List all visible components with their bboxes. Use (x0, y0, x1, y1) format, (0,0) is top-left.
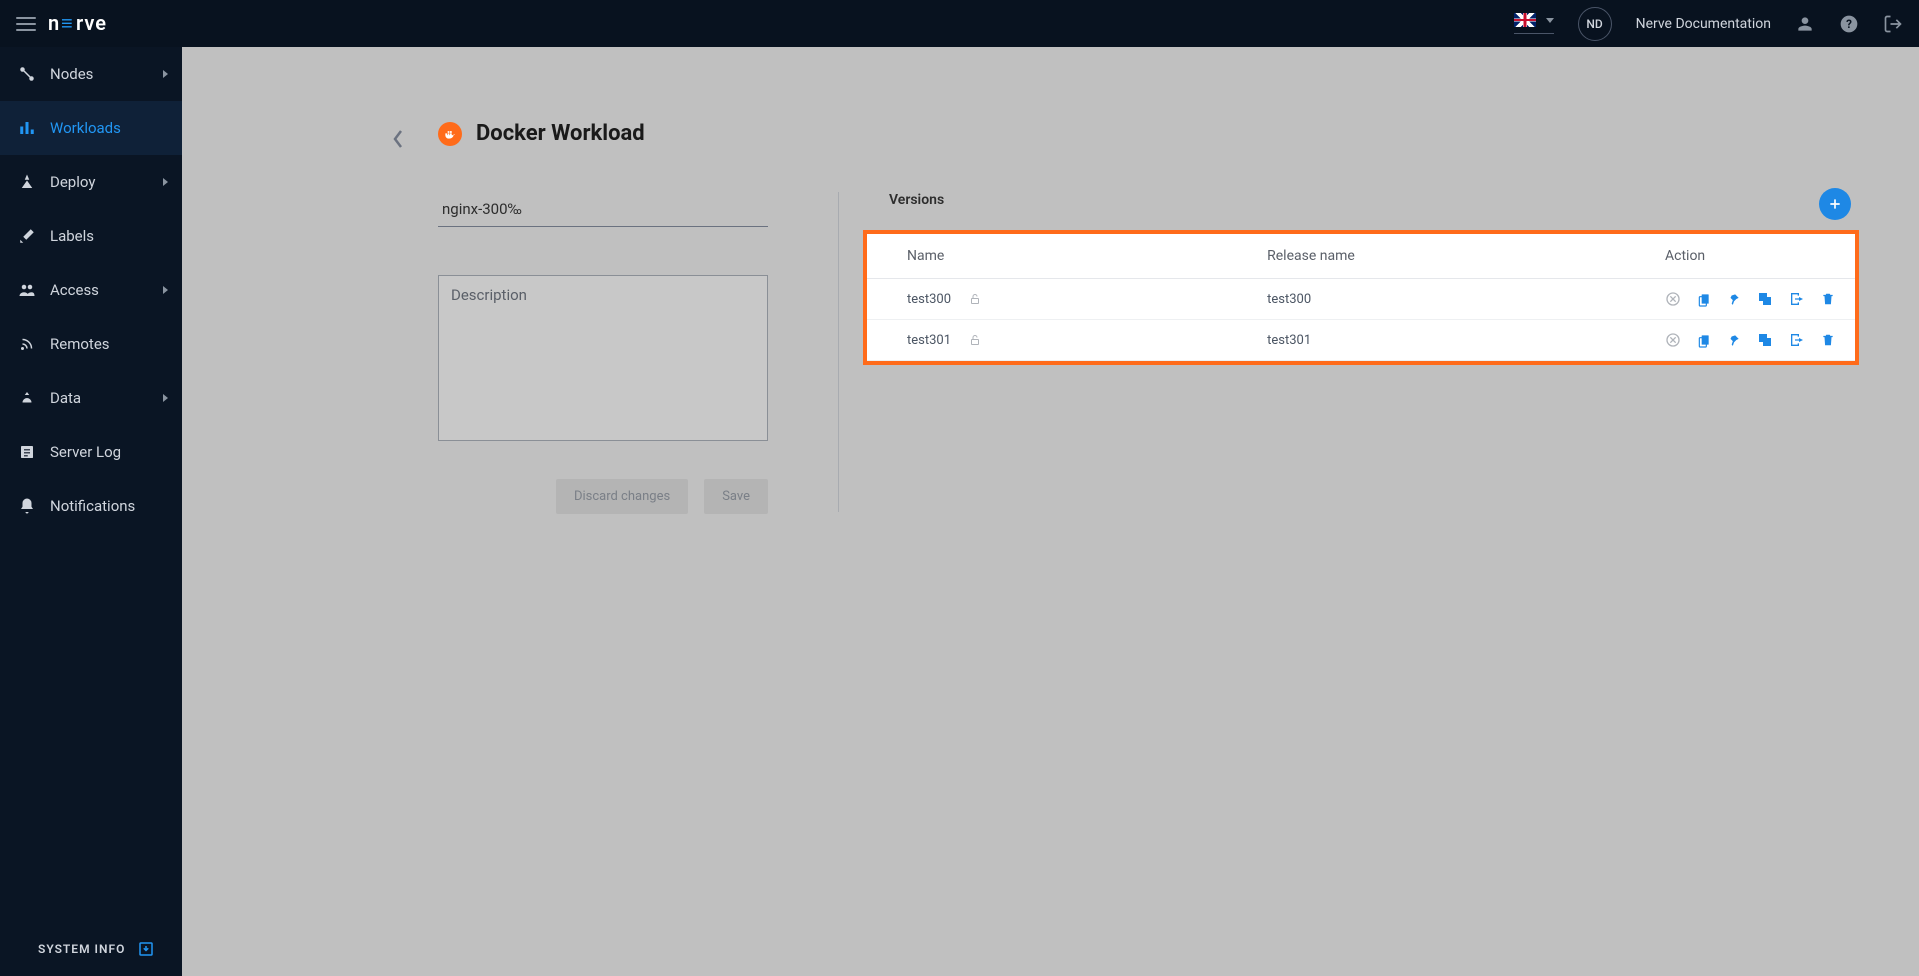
delete-icon[interactable] (1821, 332, 1835, 348)
add-version-button[interactable] (1819, 188, 1851, 220)
sidebar-item-label: Access (50, 281, 99, 299)
save-button[interactable]: Save (704, 479, 768, 514)
language-selector[interactable] (1514, 13, 1554, 34)
version-row[interactable]: test300 test300 (867, 279, 1855, 320)
sidebar-item-label: Notifications (50, 497, 135, 515)
release-name: test300 (1267, 292, 1311, 307)
sidebar-item-label: Deploy (50, 173, 95, 191)
version-name: test300 (907, 292, 951, 307)
sidebar-item-label: Remotes (50, 335, 110, 353)
system-info-link[interactable]: SYSTEM INFO (0, 922, 182, 976)
clone-icon[interactable] (1757, 332, 1773, 348)
pin-icon[interactable] (1727, 332, 1741, 348)
username-label: Nerve Documentation (1636, 16, 1771, 32)
svg-text:≡: ≡ (61, 13, 74, 35)
copy-icon[interactable] (1697, 332, 1711, 348)
sidebar-item-workloads[interactable]: Workloads (0, 101, 182, 155)
labels-icon (16, 227, 38, 245)
logout-icon[interactable] (1883, 14, 1903, 34)
sidebar-item-label: Nodes (50, 65, 93, 83)
sidebar-item-remotes[interactable]: Remotes (0, 317, 182, 371)
discard-button[interactable]: Discard changes (556, 479, 688, 514)
chevron-right-icon (163, 70, 168, 78)
export-icon[interactable] (1789, 332, 1805, 348)
cancel-icon[interactable] (1665, 332, 1681, 348)
remotes-icon (16, 335, 38, 353)
back-button[interactable] (392, 129, 404, 149)
sidebar-item-nodes[interactable]: Nodes (0, 47, 182, 101)
release-name: test301 (1267, 333, 1311, 348)
svg-text:n: n (48, 13, 60, 35)
deploy-icon (16, 173, 38, 191)
avatar[interactable]: ND (1578, 7, 1612, 41)
col-release: Release name (1227, 234, 1625, 279)
system-info-label: SYSTEM INFO (38, 942, 125, 956)
versions-heading: Versions (889, 192, 944, 208)
sidebar-item-labels[interactable]: Labels (0, 209, 182, 263)
delete-icon[interactable] (1821, 291, 1835, 307)
version-row[interactable]: test301 test301 (867, 320, 1855, 361)
help-icon[interactable]: ? (1839, 14, 1859, 34)
copy-icon[interactable] (1697, 291, 1711, 307)
data-icon (16, 389, 38, 407)
sidebar-item-serverlog[interactable]: Server Log (0, 425, 182, 479)
access-icon (16, 281, 38, 299)
sidebar: Nodes Workloads Deploy Labels Access Rem… (0, 47, 182, 976)
uk-flag-icon (1514, 13, 1536, 27)
docker-icon (438, 122, 462, 146)
page-title: Docker Workload (476, 121, 645, 146)
workloads-icon (16, 119, 38, 137)
download-icon (137, 940, 155, 958)
export-icon[interactable] (1789, 291, 1805, 307)
sidebar-item-label: Data (50, 389, 81, 407)
caret-down-icon (1546, 18, 1554, 23)
sidebar-item-label: Labels (50, 227, 94, 245)
col-action: Action (1625, 234, 1855, 279)
sidebar-item-access[interactable]: Access (0, 263, 182, 317)
serverlog-icon (16, 443, 38, 461)
sidebar-item-label: Server Log (50, 443, 121, 461)
cancel-icon[interactable] (1665, 291, 1681, 307)
menu-toggle[interactable] (16, 17, 36, 31)
sidebar-item-data[interactable]: Data (0, 371, 182, 425)
user-icon[interactable] (1795, 14, 1815, 34)
chevron-right-icon (163, 394, 168, 402)
pin-icon[interactable] (1727, 291, 1741, 307)
clone-icon[interactable] (1757, 291, 1773, 307)
workload-name-input[interactable] (438, 192, 768, 227)
vertical-divider (838, 192, 839, 512)
nodes-icon (16, 65, 38, 83)
chevron-right-icon (163, 178, 168, 186)
sidebar-item-label: Workloads (50, 119, 121, 137)
unlock-icon (969, 292, 981, 306)
unlock-icon (969, 333, 981, 347)
svg-text:rve: rve (76, 13, 107, 35)
sidebar-item-deploy[interactable]: Deploy (0, 155, 182, 209)
svg-text:?: ? (1846, 17, 1852, 31)
description-textarea[interactable] (438, 275, 768, 441)
brand-logo: n≡rve (48, 13, 136, 35)
bell-icon (16, 497, 38, 515)
sidebar-item-notifications[interactable]: Notifications (0, 479, 182, 533)
versions-table-highlight: Name Release name Action test300 test300 (863, 230, 1859, 365)
version-name: test301 (907, 333, 951, 348)
col-name: Name (867, 234, 1227, 279)
chevron-right-icon (163, 286, 168, 294)
